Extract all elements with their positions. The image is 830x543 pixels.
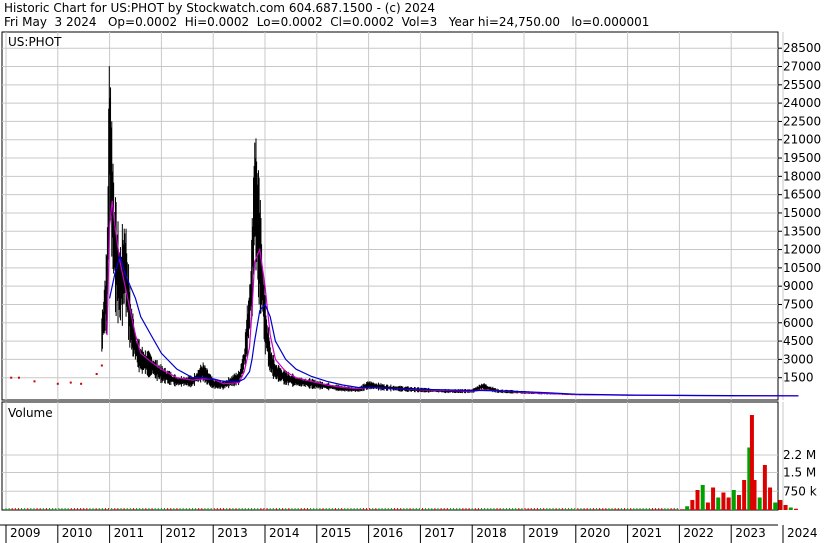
price-tick-label-18000: 18000: [783, 169, 821, 183]
price-tick-label-10500: 10500: [783, 261, 821, 275]
year-tick-label-2018: 2018: [476, 526, 507, 540]
price-tick-label-16500: 16500: [783, 188, 821, 202]
volume-bar: [742, 480, 747, 510]
price-tick-label-9000: 9000: [783, 279, 814, 293]
volume-panel-label: Volume: [8, 406, 53, 420]
volume-tick-label-0: 750 k: [783, 484, 817, 498]
volume-bar: [768, 487, 773, 510]
price-tick-label-13500: 13500: [783, 224, 821, 238]
historic-chart: 1500 3000 4500 6000 7500 9000 10500 12000 13500 1…: [0, 31, 821, 543]
early-price-mark: [95, 373, 98, 376]
volume-bar: [700, 485, 705, 510]
price-panel-label: US:PHOT: [8, 35, 62, 49]
price-tick-label-7500: 7500: [783, 297, 814, 311]
volume-bar: [716, 497, 721, 510]
price-tick-label-28500: 28500: [783, 41, 821, 55]
price-tick-label-3000: 3000: [783, 352, 814, 366]
year-tick-label-2015: 2015: [321, 526, 352, 540]
volume-bar: [685, 506, 690, 510]
year-tick-label-2014: 2014: [269, 526, 300, 540]
volume-tick-label-2: 2.2 M: [783, 448, 816, 462]
year-tick-label-2021: 2021: [632, 526, 663, 540]
year-axis-ticks: 2009 2010 2011 2012 2013 2014 2015 2016 2017 2018…: [0, 524, 818, 543]
volume-bar: [726, 497, 731, 510]
price-tick-label-22500: 22500: [783, 114, 821, 128]
volume-panel-frame: [1, 401, 779, 511]
price-tick-label-21000: 21000: [783, 133, 821, 147]
price-tick-label-1500: 1500: [783, 371, 814, 385]
volume-bar: [695, 490, 700, 510]
price-axis-ticks: 1500 3000 4500 6000 7500 9000 10500 12000 13500 1…: [778, 41, 821, 385]
early-price-mark: [100, 364, 103, 367]
volume-bar: [679, 509, 684, 510]
price-tick-label-4500: 4500: [783, 334, 814, 348]
volume-bar: [752, 480, 757, 510]
year-tick-label-2016: 2016: [373, 526, 404, 540]
early-price-mark: [69, 381, 72, 384]
volume-bar: [757, 497, 762, 510]
early-price-mark: [33, 380, 36, 383]
volume-bar: [788, 507, 793, 510]
volume-bar: [778, 500, 783, 510]
year-tick-label-2013: 2013: [217, 526, 248, 540]
price-tick-label-6000: 6000: [783, 316, 814, 330]
early-price-mark: [17, 376, 20, 379]
volume-bar: [736, 495, 741, 510]
volume-tick-label-1: 1.5 M: [783, 466, 816, 480]
price-tick-label-24000: 24000: [783, 96, 821, 110]
year-tick-label-2022: 2022: [683, 526, 714, 540]
year-tick-label-2024: 2024: [787, 526, 818, 540]
year-tick-label-2019: 2019: [528, 526, 559, 540]
year-tick-label-2009: 2009: [10, 526, 41, 540]
year-tick-label-2017: 2017: [424, 526, 455, 540]
price-tick-label-27000: 27000: [783, 60, 821, 74]
volume-bar: [793, 508, 798, 510]
volume-bar: [773, 502, 778, 510]
volume-bar: [762, 465, 767, 510]
price-tick-label-15000: 15000: [783, 206, 821, 220]
volume-bar: [783, 505, 788, 510]
year-tick-label-2020: 2020: [580, 526, 611, 540]
volume-bar: [711, 487, 716, 510]
year-tick-label-2010: 2010: [62, 526, 93, 540]
early-price-mark: [80, 382, 83, 385]
year-tick-label-2012: 2012: [165, 526, 196, 540]
volume-bar: [731, 490, 736, 510]
volume-bar: [690, 500, 695, 510]
price-tick-label-12000: 12000: [783, 243, 821, 257]
price-tick-label-25500: 25500: [783, 78, 821, 92]
volume-bar: [721, 492, 726, 510]
year-tick-label-2023: 2023: [735, 526, 766, 540]
early-price-mark: [10, 376, 13, 379]
volume-axis-ticks: 750 k 1.5 M 2.2 M: [783, 448, 817, 498]
price-panel-frame: [1, 31, 779, 401]
year-tick-label-2011: 2011: [114, 526, 145, 540]
early-price-mark: [56, 382, 59, 385]
price-tick-label-19500: 19500: [783, 151, 821, 165]
volume-bar: [705, 502, 710, 510]
